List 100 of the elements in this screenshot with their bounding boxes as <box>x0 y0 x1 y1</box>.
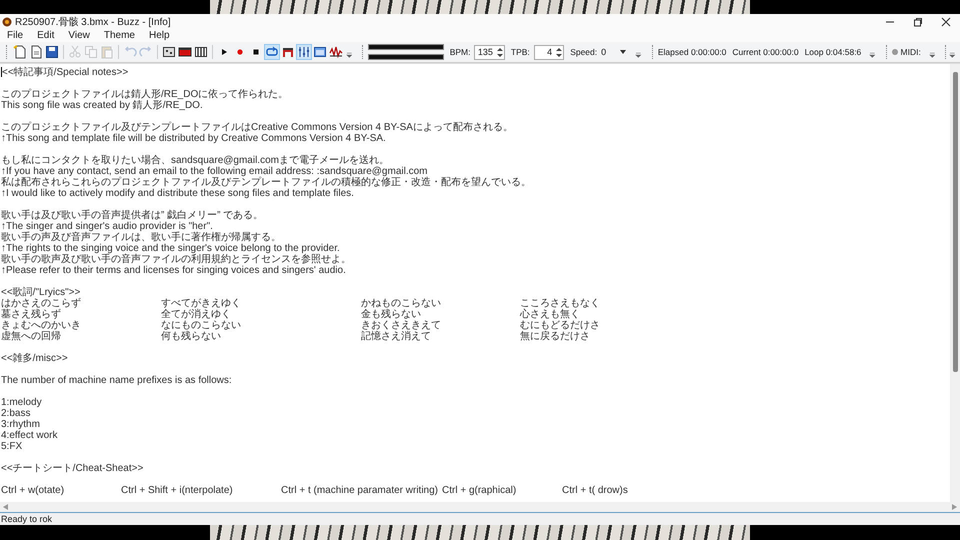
text-line: 2:bass <box>1 408 32 419</box>
shortcut-text: Ctrl + w(otate) <box>1 485 66 496</box>
lyric-text: なにものこらない <box>161 320 242 331</box>
lyric-text: 金も残らない <box>361 309 422 320</box>
menu-item[interactable]: Help <box>142 30 177 41</box>
scissors-icon <box>68 45 82 59</box>
signal-button[interactable] <box>328 44 344 60</box>
time-readout: Loop 0:04:58:6 <box>804 47 862 57</box>
text-line: 5:FX <box>1 441 24 452</box>
section-heading: <<歌詞/"Lryics">> <box>1 287 82 298</box>
mixer-icon <box>296 45 311 59</box>
lyric-text: 記憶さえ消えて <box>361 331 432 342</box>
lyric-text: こころさえもなく <box>520 298 601 309</box>
window-title: R250907.骨骸 3.bmx - Buzz - [Info] <box>15 16 171 28</box>
lyric-text: 虚無への回帰 <box>1 331 62 342</box>
text-line: 歌い手の歌声及び歌い手の音声ファイルの利用規約とライセンスを参照せよ。 <box>1 254 352 265</box>
shortcut-text: Ctrl + t( drow)s <box>562 485 629 496</box>
chevron-icon[interactable] <box>635 52 642 58</box>
text-line: ↑I would like to actively modify and distribute these song files and template files. <box>1 188 355 199</box>
app-logo-icon <box>2 16 12 26</box>
new-document-button[interactable] <box>12 44 28 60</box>
bars-grid-button[interactable] <box>192 44 209 60</box>
text-line: ↑The singer and singer's audio provider is "her". <box>1 221 213 232</box>
spinner-icon[interactable] <box>496 46 504 58</box>
volume-bar[interactable] <box>368 54 444 60</box>
text-line: ↑Please refer to their terms and licenses for singing voices and singers' audio. <box>1 265 347 276</box>
close-icon[interactable] <box>941 16 951 26</box>
undo-icon <box>122 45 137 59</box>
text-line: もし私にコンタクトを取りたい場合、sandsquare@gmail.comまで電子メールを送れ。 <box>1 155 390 166</box>
volume-bar[interactable] <box>368 44 444 50</box>
lyric-text: 全てが消えゆく <box>161 309 232 320</box>
restore-icon[interactable] <box>913 16 923 26</box>
lyric-text: 墓さえ残らず <box>1 309 62 320</box>
loop-button[interactable] <box>264 44 280 60</box>
speed-dropdown[interactable]: 0 <box>601 46 632 58</box>
lyric-text: 何も残らない <box>161 331 222 342</box>
time-readout: Current 0:00:00:0 <box>732 47 799 57</box>
window-icon <box>312 45 327 59</box>
window-button[interactable] <box>312 44 328 60</box>
grid-window-button[interactable] <box>160 44 177 60</box>
new-document-icon <box>12 45 27 59</box>
text-line: ↑If you have any contact, send an email to the following email address: :sandsquare@gmail.com <box>1 166 428 177</box>
text-line: 4:effect work <box>1 430 59 441</box>
text-line: 歌い手は及び歌い手の音声提供者は” 戯白メリー” である。 <box>1 210 264 221</box>
vertical-scrollbar[interactable] <box>950 64 960 502</box>
dropdown-arrow-icon <box>620 50 626 54</box>
menu-item[interactable]: File <box>0 30 30 41</box>
panel-icon <box>178 45 192 59</box>
section-heading: <<チートシート/Cheat-Sheat>> <box>1 463 144 474</box>
menu-item[interactable]: View <box>61 30 97 41</box>
chevron-icon[interactable] <box>869 52 876 58</box>
text-line: このプロジェクトファイルは錆人形/RE_DOに依って作られた。 <box>1 89 290 100</box>
chevron-icon[interactable] <box>346 52 352 58</box>
mixer-button[interactable] <box>296 44 312 60</box>
lyric-text: 心さえも無く <box>520 309 581 320</box>
shortcut-text: Ctrl + Shift + i(nterpolate) <box>121 485 234 496</box>
text-line: 3:rhythm <box>1 419 41 430</box>
shortcut-text: Ctrl + g(raphical) <box>442 485 518 496</box>
text-line: This song file was created by 錆人形/RE_DO. <box>1 100 204 111</box>
time-readout: Elapsed 0:00:00:0 <box>658 47 726 57</box>
number-field[interactable]: 135 <box>474 44 505 60</box>
lyric-text: かねものこらない <box>361 298 442 309</box>
scrollbar-thumb[interactable] <box>952 72 958 372</box>
arch-icon <box>280 45 295 59</box>
copy-icon <box>84 45 98 59</box>
text-line: このプロジェクトファイル及びテンプレートファイルはCreative Commons Version 4 BY-SAによって配布される。 <box>1 122 514 133</box>
lyric-text: むにもどるだけさ <box>520 320 601 331</box>
text-line: 歌い手の声及び音声ファイルは、歌い手に著作権が帰属する。 <box>1 232 282 243</box>
clipboard-icon <box>100 45 114 59</box>
text-line: ↑The rights to the singing voice and the singer's voice belong to the provider. <box>1 243 341 254</box>
text-line: 私は配布されらこれらのプロジェクトファイル及びテンプレートファイルの積極的な修正・改造・配布を望んでいる。 <box>1 177 532 188</box>
shortcut-text: Ctrl + t (machine paramater writing) <box>281 485 439 496</box>
midi-label: MIDI: <box>900 47 921 57</box>
redo-icon <box>138 45 153 59</box>
signal-icon <box>328 45 343 59</box>
menu-item[interactable]: Theme <box>96 30 142 41</box>
status-text: Ready to rok <box>1 514 52 524</box>
field-label: TPB: <box>510 47 530 57</box>
lyric-text: きおくさえきえて <box>361 320 442 331</box>
bars-grid-icon <box>194 45 208 59</box>
grid-window-icon <box>162 45 176 59</box>
section-heading: <<雑多/misc>> <box>1 353 69 364</box>
chevron-icon[interactable] <box>949 52 956 58</box>
section-heading: <<特記事項/Special notes>> <box>1 67 130 78</box>
text-line: ↑This song and template file will be distributed by Creative Commons Version 4 BY-SA. <box>1 133 387 144</box>
lyric-text: はかさえのこらず <box>1 298 82 309</box>
lyric-text: 無に戻るだけさ <box>520 331 591 342</box>
lyric-text: きょむへのかいき <box>1 320 82 331</box>
floppy-disk-button[interactable] <box>44 44 60 60</box>
number-field[interactable]: 4 <box>534 44 564 60</box>
document-icon <box>28 45 43 59</box>
lyric-text: すべてがきえゆく <box>161 298 242 309</box>
chevron-icon[interactable] <box>928 52 936 58</box>
status-dot <box>892 49 898 55</box>
text-line: The number of machine name prefixes is as follows: <box>1 375 233 386</box>
spinner-icon[interactable] <box>555 46 564 58</box>
field-label: BPM: <box>450 47 470 57</box>
text-line: 1:melody <box>1 397 43 408</box>
menu-item[interactable]: Edit <box>30 30 62 41</box>
field-label: Speed: <box>570 47 598 57</box>
